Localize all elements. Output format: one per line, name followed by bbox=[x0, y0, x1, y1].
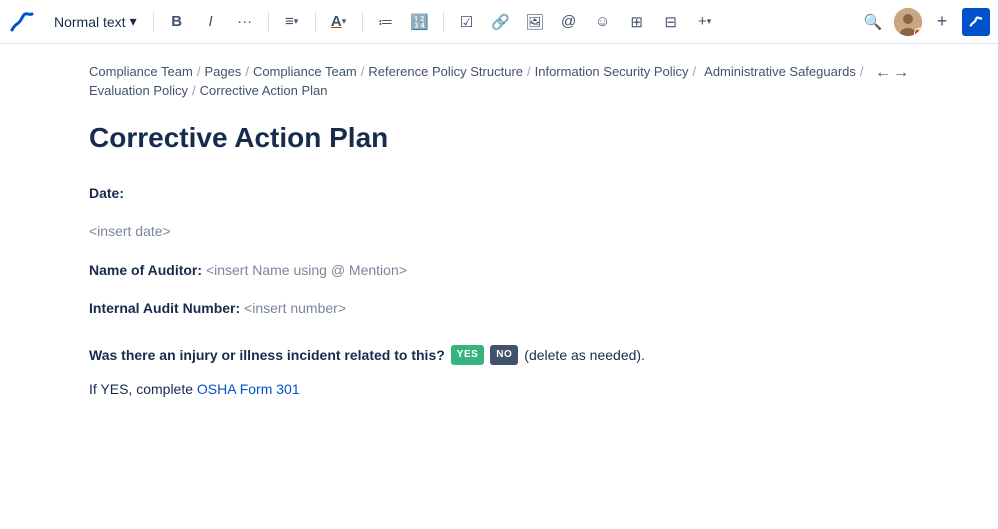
yes-badge: YES bbox=[451, 345, 485, 365]
breadcrumb-item-6[interactable]: Evaluation Policy bbox=[89, 83, 188, 98]
bullet-list-icon: ≔ bbox=[378, 13, 393, 31]
content-body: Date: <insert date> Name of Auditor: <in… bbox=[89, 182, 909, 400]
breadcrumb-sep-6: / bbox=[860, 64, 864, 79]
breadcrumb-sep-3: / bbox=[361, 64, 365, 79]
delete-note: (delete as needed). bbox=[524, 344, 645, 366]
breadcrumb-item-3[interactable]: Reference Policy Structure bbox=[368, 64, 523, 79]
breadcrumb-sep-7: / bbox=[192, 83, 196, 98]
plus-icon: + bbox=[698, 13, 707, 30]
breadcrumb-sep-2: / bbox=[245, 64, 249, 79]
page-title: Corrective Action Plan bbox=[89, 122, 909, 154]
injury-question-text: Was there an injury or illness incident … bbox=[89, 344, 445, 366]
task-icon: ☑ bbox=[460, 13, 473, 31]
audit-number-placeholder: <insert number> bbox=[244, 300, 346, 316]
divider-4 bbox=[362, 12, 363, 32]
app-logo bbox=[8, 8, 36, 36]
text-style-label: Normal text bbox=[54, 14, 126, 30]
color-icon: A bbox=[331, 13, 342, 30]
divider-1 bbox=[153, 12, 154, 32]
divider-3 bbox=[315, 12, 316, 32]
image-button[interactable]: 🖼 bbox=[520, 7, 550, 37]
breadcrumb-item-2[interactable]: Compliance Team bbox=[253, 64, 357, 79]
align-icon: ≡ bbox=[285, 13, 294, 30]
osha-prefix: If YES, complete bbox=[89, 381, 197, 397]
emoji-icon: ☺ bbox=[595, 13, 610, 30]
link-button[interactable]: 🔗 bbox=[486, 7, 516, 37]
color-button[interactable]: A ▾ bbox=[324, 7, 354, 37]
breadcrumb-expand[interactable]: ← → bbox=[875, 64, 909, 82]
table-icon: ⊞ bbox=[630, 13, 643, 31]
expand-left-icon: ← bbox=[875, 64, 891, 82]
date-label: Date: bbox=[89, 185, 124, 201]
auditor-value: <insert Name using @ Mention> bbox=[206, 262, 407, 278]
breadcrumb: Compliance Team / Pages / Compliance Tea… bbox=[89, 64, 909, 98]
column-layout-button[interactable]: ⊟ bbox=[656, 7, 686, 37]
chevron-down-icon: ▾ bbox=[294, 16, 299, 27]
bullet-list-button[interactable]: ≔ bbox=[371, 7, 401, 37]
image-icon: 🖼 bbox=[525, 13, 544, 31]
chevron-down-icon: ▾ bbox=[342, 16, 347, 27]
main-content: Compliance Team / Pages / Compliance Tea… bbox=[49, 44, 949, 456]
more-formatting-button[interactable]: ··· bbox=[230, 7, 260, 37]
column-layout-icon: ⊟ bbox=[664, 13, 677, 31]
numbered-list-button[interactable]: 🔢 bbox=[405, 7, 435, 37]
toolbar-right: 🔍 1 + bbox=[858, 7, 990, 37]
search-button[interactable]: 🔍 bbox=[858, 7, 888, 37]
mention-icon: @ bbox=[561, 13, 576, 30]
chevron-down-icon: ▾ bbox=[707, 16, 712, 27]
auditor-field-row: Name of Auditor: <insert Name using @ Me… bbox=[89, 259, 909, 281]
divider-5 bbox=[443, 12, 444, 32]
date-value-row: <insert date> bbox=[89, 220, 909, 242]
expand-right-icon: → bbox=[893, 64, 909, 82]
add-page-button[interactable]: + bbox=[928, 8, 956, 36]
add-icon: + bbox=[937, 11, 948, 32]
audit-number-label: Internal Audit Number: bbox=[89, 300, 240, 316]
notification-badge: 1 bbox=[914, 28, 922, 36]
breadcrumb-item-pages[interactable]: Pages bbox=[204, 64, 241, 79]
osha-row: If YES, complete OSHA Form 301 bbox=[89, 378, 909, 400]
confluence-icon[interactable] bbox=[962, 8, 990, 36]
no-badge: NO bbox=[490, 345, 518, 365]
link-icon: 🔗 bbox=[491, 13, 510, 31]
injury-question-row: Was there an injury or illness incident … bbox=[89, 344, 909, 366]
task-button[interactable]: ☑ bbox=[452, 7, 482, 37]
date-placeholder: <insert date> bbox=[89, 223, 171, 239]
date-field-row: Date: bbox=[89, 182, 909, 204]
align-button[interactable]: ≡ ▾ bbox=[277, 7, 307, 37]
audit-number-field-row: Internal Audit Number: <insert number> bbox=[89, 297, 909, 319]
auditor-label: Name of Auditor: bbox=[89, 262, 202, 278]
chevron-down-icon: ▾ bbox=[130, 13, 137, 30]
emoji-button[interactable]: ☺ bbox=[588, 7, 618, 37]
breadcrumb-item-5[interactable]: Administrative Safeguards bbox=[704, 64, 856, 79]
osha-form-link[interactable]: OSHA Form 301 bbox=[197, 381, 300, 397]
breadcrumb-sep-5: / bbox=[693, 64, 697, 79]
breadcrumb-sep-4: / bbox=[527, 64, 531, 79]
breadcrumb-item-current: Corrective Action Plan bbox=[200, 83, 328, 98]
breadcrumb-item-4[interactable]: Information Security Policy bbox=[535, 64, 689, 79]
italic-button[interactable]: I bbox=[196, 7, 226, 37]
breadcrumb-item-1[interactable]: Compliance Team bbox=[89, 64, 193, 79]
breadcrumb-sep-1: / bbox=[197, 64, 201, 79]
bold-button[interactable]: B bbox=[162, 7, 192, 37]
numbered-list-icon: 🔢 bbox=[410, 13, 429, 31]
more-icon: ··· bbox=[237, 13, 252, 30]
toolbar: Normal text ▾ B I ··· ≡ ▾ A ▾ ≔ 🔢 ☑ 🔗 bbox=[0, 0, 998, 44]
divider-2 bbox=[268, 12, 269, 32]
table-button[interactable]: ⊞ bbox=[622, 7, 652, 37]
mention-button[interactable]: @ bbox=[554, 7, 584, 37]
insert-more-button[interactable]: + ▾ bbox=[690, 7, 720, 37]
search-icon: 🔍 bbox=[864, 13, 883, 31]
avatar[interactable]: 1 bbox=[894, 8, 922, 36]
text-style-dropdown[interactable]: Normal text ▾ bbox=[46, 9, 145, 34]
